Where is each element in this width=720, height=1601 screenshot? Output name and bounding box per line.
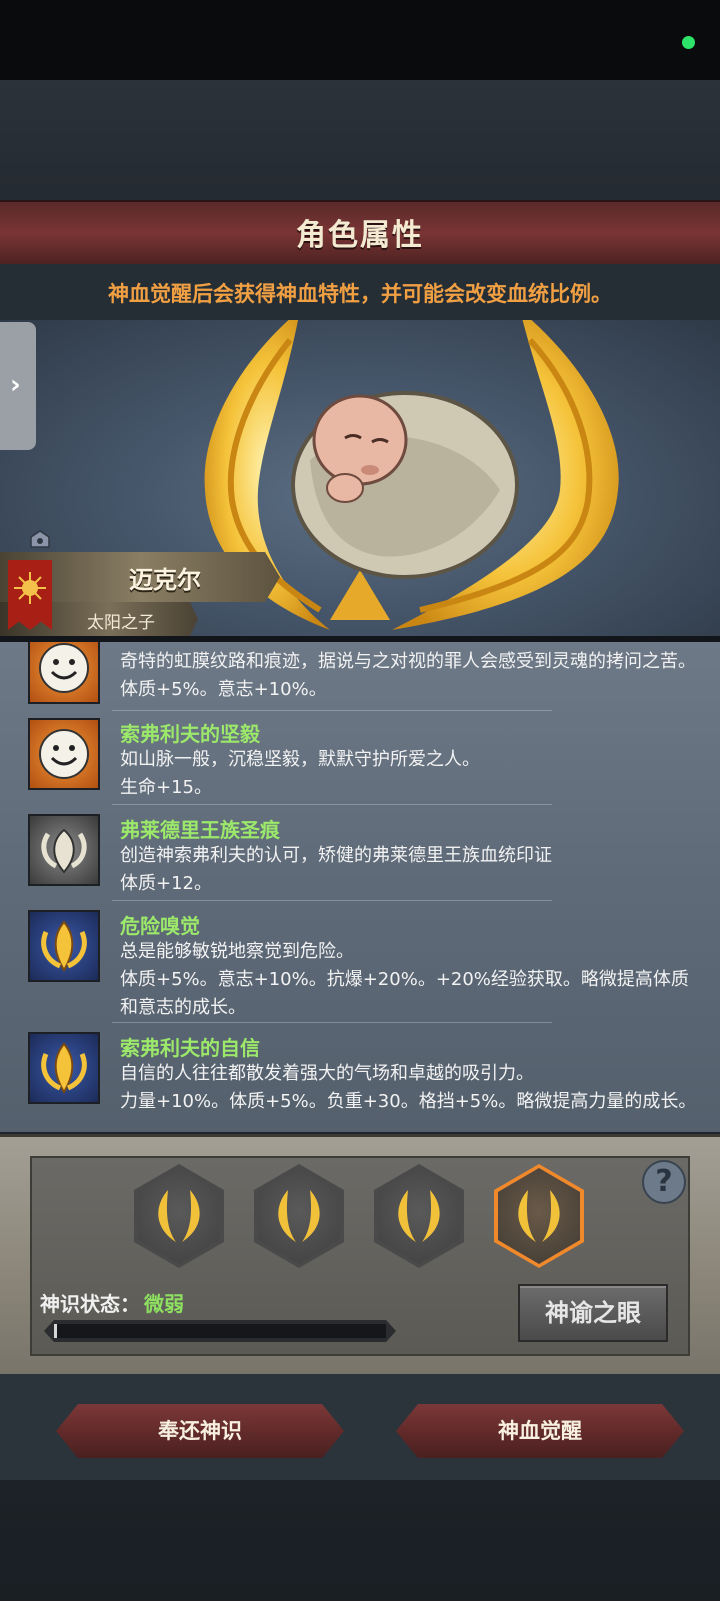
trait-effect: 生命+15。	[120, 777, 212, 798]
golden-flame-icon	[28, 1032, 100, 1104]
divine-status-value: 微弱	[144, 1292, 184, 1316]
divine-progress-track	[54, 1324, 386, 1338]
trait-effect: 力量+10%。体质+5%。负重+30。格挡+5%。略微提高力量的成长。	[120, 1091, 697, 1112]
golden-wings-slot-icon	[518, 1190, 560, 1242]
status-indicator-dot	[682, 36, 695, 49]
divine-blood-awaken-button[interactable]: 神血觉醒	[396, 1404, 684, 1458]
golden-wings-slot-icon	[398, 1190, 440, 1242]
help-button[interactable]: ?	[642, 1160, 686, 1204]
trait-effect: 体质+12。	[120, 873, 212, 894]
trait-list[interactable]: 奇特的虹膜纹路和痕迹，据说与之对视的罪人会感受到灵魂的拷问之苦。 体质+5%。意…	[0, 642, 720, 1132]
character-name: 迈克尔	[129, 566, 201, 594]
character-epithet: 太阳之子	[87, 613, 155, 633]
oracle-eye-button[interactable]: 神谕之眼	[518, 1284, 668, 1342]
trait-name: 弗莱德里王族圣痕	[120, 818, 280, 842]
trait-name: 索弗利夫的坚毅	[120, 722, 260, 746]
page-title: 角色属性	[296, 218, 424, 253]
divine-status-label: 神识状态：	[40, 1292, 140, 1316]
row-divider	[112, 710, 552, 711]
smiley-face-icon	[28, 642, 100, 704]
smiley-face-icon	[28, 718, 100, 790]
trait-description: 自信的人往往都散发着强大的气场和卓越的吸引力。	[120, 1063, 534, 1084]
trait-description: 总是能够敏锐地察觉到危险。	[120, 941, 354, 962]
trait-effect: 体质+5%。意志+10%。抗爆+20%。+20%经验获取。略微提高体质和意志的成…	[120, 969, 689, 1018]
return-divine-sense-button[interactable]: 奉还神识	[56, 1404, 344, 1458]
row-divider	[112, 1022, 552, 1023]
row-divider	[112, 804, 552, 805]
divine-progress-fill	[54, 1324, 57, 1338]
trait-description: 奇特的虹膜纹路和痕迹，据说与之对视的罪人会感受到灵魂的拷问之苦。	[120, 651, 696, 672]
rank-crest-icon	[30, 530, 50, 548]
expand-drawer-tab[interactable]: ›	[0, 322, 36, 450]
status-bar	[0, 0, 720, 80]
page-subtitle: 神血觉醒后会获得神血特性，并可能会改变血统比例。	[108, 282, 612, 306]
trait-description: 如山脉一般，沉稳坚毅，默默守护所爱之人。	[120, 749, 480, 770]
chevron-right-icon: ›	[10, 370, 21, 400]
sun-banner-flag-icon	[8, 560, 52, 630]
trait-effect: 体质+5%。意志+10%。	[120, 679, 327, 700]
trait-description: 创造神索弗利夫的认可，矫健的弗莱德里王族血统印证	[120, 845, 552, 866]
horned-crest-icon	[28, 814, 100, 886]
golden-wings-slot-icon	[158, 1190, 200, 1242]
golden-flame-icon	[28, 910, 100, 982]
golden-wings-slot-icon	[278, 1190, 320, 1242]
row-divider	[112, 900, 552, 901]
trait-name: 索弗利夫的自信	[120, 1036, 260, 1060]
trait-name: 危险嗅觉	[120, 914, 200, 938]
